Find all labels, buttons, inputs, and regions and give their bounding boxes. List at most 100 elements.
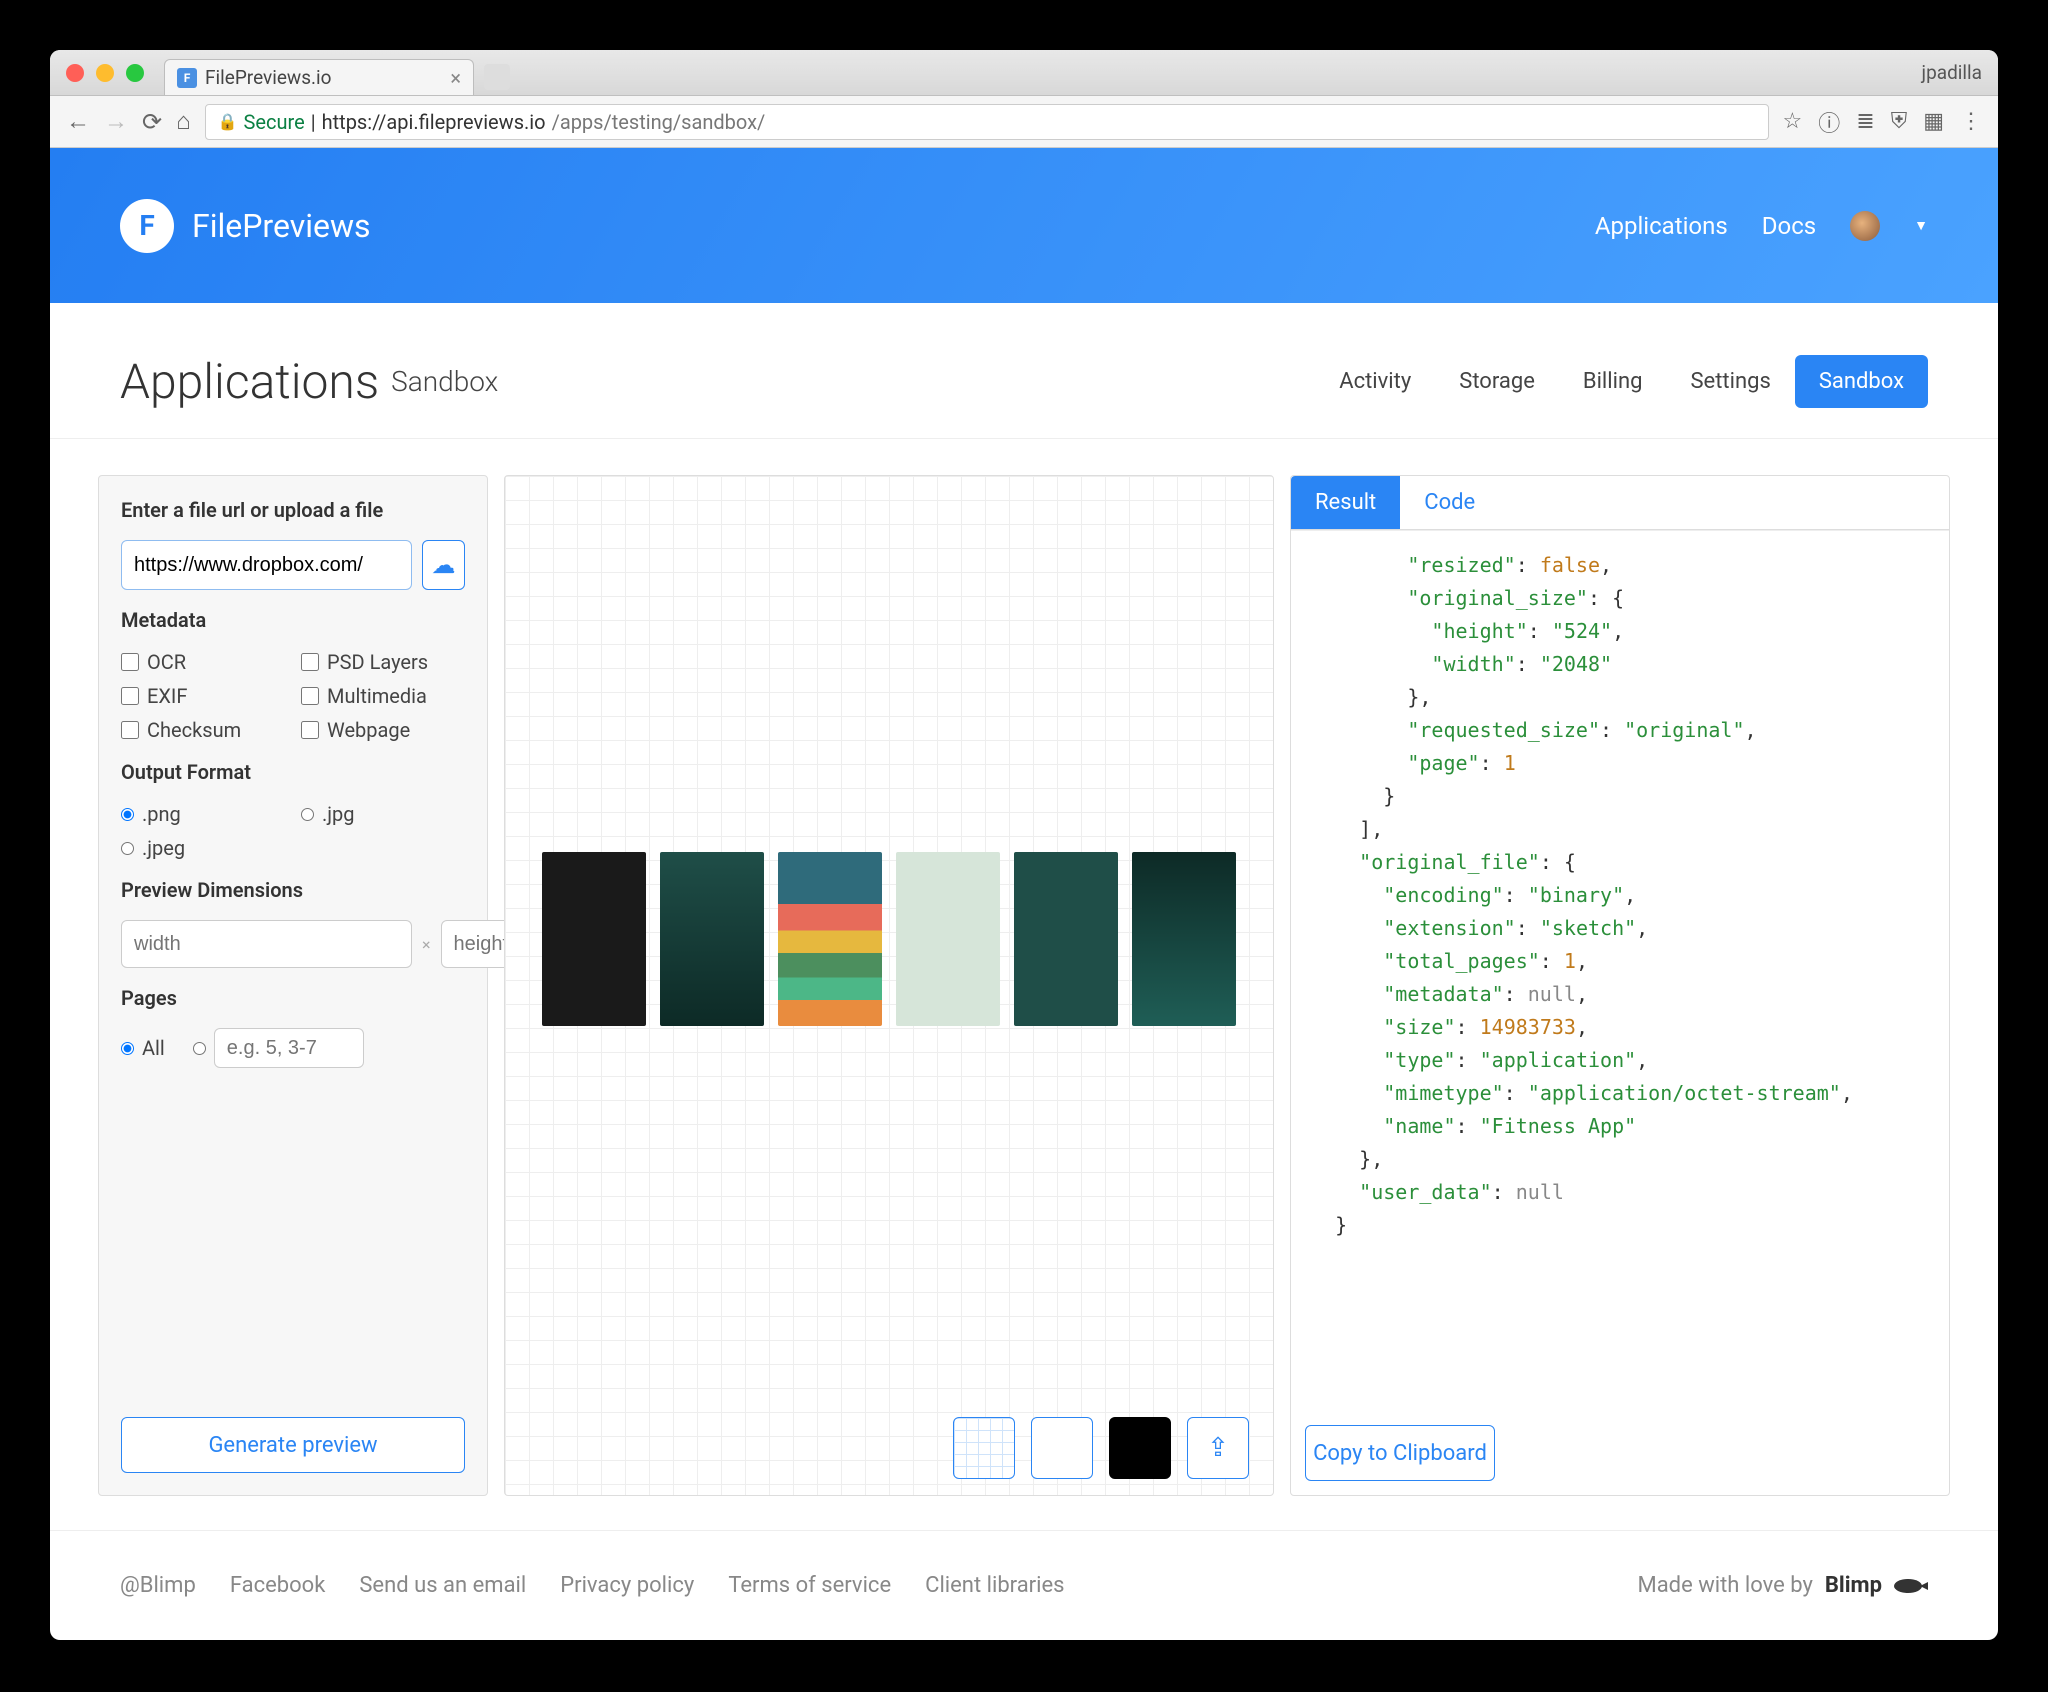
- tab-activity[interactable]: Activity: [1315, 355, 1435, 408]
- chevron-down-icon[interactable]: ▼: [1914, 217, 1928, 234]
- width-input[interactable]: [121, 920, 412, 968]
- file-url-input[interactable]: [121, 540, 412, 590]
- enter-url-label: Enter a file url or upload a file: [121, 498, 465, 522]
- radio-jpeg[interactable]: .jpeg: [121, 836, 285, 860]
- footer-terms[interactable]: Terms of service: [728, 1573, 891, 1598]
- footer: @Blimp Facebook Send us an email Privacy…: [50, 1530, 1998, 1640]
- address-bar: ← → ⟳ ⌂ 🔒 Secure | https://api.fileprevi…: [50, 96, 1998, 148]
- back-icon[interactable]: ←: [66, 107, 90, 136]
- preview-tools: ⇪: [505, 1401, 1273, 1495]
- tab-result[interactable]: Result: [1291, 476, 1400, 529]
- radio-jpg[interactable]: .jpg: [301, 802, 465, 826]
- preview-thumbnail[interactable]: [1132, 852, 1236, 1026]
- page-titlebar: Applications Sandbox Activity Storage Bi…: [50, 303, 1998, 439]
- url-path: /apps/testing/sandbox/: [552, 110, 766, 134]
- bg-black-button[interactable]: [1109, 1417, 1171, 1479]
- brand[interactable]: F FilePreviews: [120, 199, 371, 253]
- preview-thumbnail[interactable]: [542, 852, 646, 1026]
- chk-webpage[interactable]: Webpage: [301, 718, 465, 742]
- bg-grid-button[interactable]: [953, 1417, 1015, 1479]
- reload-icon[interactable]: ⟳: [142, 108, 162, 136]
- page-title: Applications: [120, 353, 379, 410]
- result-tabs: Result Code: [1291, 476, 1949, 530]
- footer-email[interactable]: Send us an email: [359, 1573, 526, 1598]
- chk-exif[interactable]: EXIF: [121, 684, 285, 708]
- lock-icon: 🔒: [218, 112, 238, 131]
- code-area[interactable]: "resized": false, "original_size": { "he…: [1291, 530, 1949, 1411]
- metadata-label: Metadata: [121, 608, 465, 632]
- extension-icon[interactable]: ▦: [1923, 109, 1944, 134]
- pages-label: Pages: [121, 986, 465, 1010]
- copy-to-clipboard-button[interactable]: Copy to Clipboard: [1305, 1425, 1495, 1481]
- dim-label: Preview Dimensions: [121, 878, 465, 902]
- footer-blimp[interactable]: @Blimp: [120, 1573, 196, 1598]
- browser-window: F FilePreviews.io × jpadilla ← → ⟳ ⌂ 🔒 S…: [50, 50, 1998, 1640]
- user-avatar[interactable]: [1850, 211, 1880, 241]
- favicon-icon: F: [177, 68, 197, 88]
- toolbar-icons: ☆ ⓘ ≣ ⛨ ▦ ⋮: [1783, 106, 1983, 138]
- star-icon[interactable]: ☆: [1783, 109, 1803, 134]
- new-tab-button[interactable]: [484, 64, 510, 90]
- generate-preview-button[interactable]: Generate preview: [121, 1417, 465, 1473]
- result-panel: Result Code "resized": false, "original_…: [1290, 475, 1950, 1496]
- preview-area: [505, 476, 1273, 1401]
- chrome-titlebar: F FilePreviews.io × jpadilla: [50, 50, 1998, 96]
- profile-name[interactable]: jpadilla: [1922, 61, 1982, 84]
- radio-png[interactable]: .png: [121, 802, 285, 826]
- share-icon: ⇪: [1207, 1433, 1229, 1463]
- window-controls: [66, 64, 144, 82]
- share-button[interactable]: ⇪: [1187, 1417, 1249, 1479]
- chk-ocr[interactable]: OCR: [121, 650, 285, 674]
- home-icon[interactable]: ⌂: [176, 107, 191, 136]
- minimize-icon[interactable]: [96, 64, 114, 82]
- url-host: https://api.filepreviews.io: [322, 110, 546, 134]
- shield-icon[interactable]: ⛨: [1891, 109, 1908, 134]
- hero: F FilePreviews Applications Docs ▼: [50, 148, 1998, 303]
- tab-sandbox[interactable]: Sandbox: [1795, 355, 1928, 408]
- secure-label: Secure: [244, 110, 305, 134]
- tab-code[interactable]: Code: [1400, 476, 1499, 529]
- tab-close-icon[interactable]: ×: [450, 66, 461, 90]
- upload-button[interactable]: ☁: [422, 540, 465, 590]
- nav-docs[interactable]: Docs: [1762, 212, 1816, 240]
- maximize-icon[interactable]: [126, 64, 144, 82]
- chk-psd[interactable]: PSD Layers: [301, 650, 465, 674]
- x-separator: ×: [422, 935, 431, 954]
- radio-pages-all[interactable]: All: [121, 1036, 165, 1060]
- nav-applications[interactable]: Applications: [1595, 212, 1728, 240]
- pages-range-input[interactable]: [214, 1028, 364, 1068]
- forward-icon: →: [104, 107, 128, 136]
- browser-tab[interactable]: F FilePreviews.io ×: [164, 59, 474, 95]
- blimp-logo[interactable]: Blimp: [1825, 1573, 1882, 1598]
- preview-thumbnail[interactable]: [896, 852, 1000, 1026]
- preview-thumbnail[interactable]: [1014, 852, 1118, 1026]
- tab-billing[interactable]: Billing: [1559, 355, 1667, 408]
- format-label: Output Format: [121, 760, 465, 784]
- tab-strip: F FilePreviews.io ×: [164, 50, 510, 95]
- menu-icon[interactable]: ⋮: [1960, 109, 1982, 134]
- footer-libs[interactable]: Client libraries: [925, 1573, 1064, 1598]
- footer-privacy[interactable]: Privacy policy: [560, 1573, 694, 1598]
- info-icon[interactable]: ⓘ: [1818, 106, 1840, 138]
- cloud-upload-icon: ☁: [432, 551, 456, 579]
- radio-pages-range[interactable]: [193, 1028, 364, 1068]
- preview-thumbnail[interactable]: [778, 852, 882, 1026]
- footer-facebook[interactable]: Facebook: [230, 1573, 326, 1598]
- bg-white-button[interactable]: [1031, 1417, 1093, 1479]
- page-subtitle: Sandbox: [391, 365, 498, 398]
- url-field[interactable]: 🔒 Secure | https://api.filepreviews.io/a…: [205, 104, 1769, 140]
- preview-thumbnail[interactable]: [660, 852, 764, 1026]
- buffer-icon[interactable]: ≣: [1856, 109, 1874, 134]
- chk-checksum[interactable]: Checksum: [121, 718, 285, 742]
- preview-panel: ⇪: [504, 475, 1274, 1496]
- chk-multimedia[interactable]: Multimedia: [301, 684, 465, 708]
- left-panel: Enter a file url or upload a file ☁ Meta…: [98, 475, 488, 1496]
- tab-settings[interactable]: Settings: [1666, 355, 1794, 408]
- made-with-love: Made with love by: [1637, 1573, 1812, 1598]
- tab-storage[interactable]: Storage: [1435, 355, 1559, 408]
- page-tabs: Activity Storage Billing Settings Sandbo…: [1315, 355, 1928, 408]
- hero-nav: Applications Docs ▼: [1595, 211, 1928, 241]
- close-icon[interactable]: [66, 64, 84, 82]
- app: F FilePreviews Applications Docs ▼ Appli…: [50, 148, 1998, 1640]
- brand-name: FilePreviews: [192, 207, 371, 245]
